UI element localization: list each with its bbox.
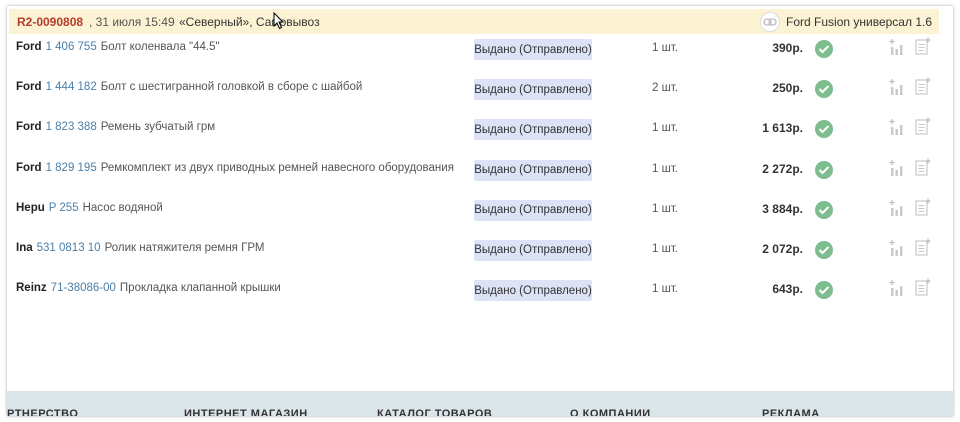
item-title: Hepu P 255 Насос водяной [16,202,163,214]
footer-link-ads[interactable]: РЕКЛАМА [762,408,820,416]
check-icon [815,160,833,179]
item-price: 250р. [772,81,803,96]
item-quantity: 1 шт. [651,242,678,255]
add-note-icon[interactable] [915,198,931,216]
item-title: Ford 1 829 195 Ремкомплект из двух приводн… [16,162,454,174]
item-price: 2 272р. [762,161,803,176]
item-brand: Ford [16,121,42,134]
status-badge: Выдано (Отправлено) [474,239,592,261]
mouse-cursor-icon [273,12,285,30]
order-item-row: Ford 1 444 182 Болт с шестигранной головко… [7,69,953,109]
status-badge: Выдано (Отправлено) [474,79,592,101]
item-title: Reinz 71-38086-00 Прокладка клапанной крыш… [16,282,281,294]
item-price: 3 884р. [762,201,803,216]
price-chart-icon[interactable] [889,38,905,56]
item-price: 643р. [772,282,803,297]
order-item-row: Ina 531 0813 10 Ролик натяжителя ремня ГРМ… [7,230,953,270]
price-chart-icon[interactable] [889,279,905,297]
order-date: , 31 июля 15:49 [89,14,175,29]
item-quantity: 1 шт. [651,42,678,54]
add-note-icon[interactable] [915,278,931,296]
add-note-icon[interactable] [915,117,931,135]
check-icon [815,281,833,300]
item-description: Насос водяной [82,201,163,214]
item-part-number[interactable]: 1 829 195 [46,162,97,174]
status-badge: Выдано (Отправлено) [474,199,592,221]
add-note-icon[interactable] [915,77,931,95]
item-brand: Ford [16,81,42,94]
item-description: Прокладка клапанной крышки [119,282,281,295]
check-icon [815,40,833,58]
add-note-icon[interactable] [915,238,931,256]
price-chart-icon[interactable] [889,199,905,217]
price-chart-icon[interactable] [889,78,905,96]
item-description: Болт с шестигранной головкой в сборе с ш… [100,81,363,94]
price-chart-icon[interactable] [889,239,905,257]
footer-link-shop[interactable]: ИНТЕРНЕТ МАГАЗИН [184,408,308,416]
order-item-row: Ford 1 823 388 Ремень зубчатый грм Выдано … [7,109,953,149]
item-quantity: 1 шт. [651,122,678,135]
order-item-row: Ford 1 406 755 Болт коленвала "44.5" Выдан… [7,29,953,69]
item-brand: Ford [16,161,42,174]
footer-nav: РТНЕРСТВО ИНТЕРНЕТ МАГАЗИН КАТАЛОГ ТОВАР… [7,391,953,416]
item-price: 390р. [772,41,803,55]
order-item-row: Ford 1 829 195 Ремкомплект из двух приводн… [7,150,953,190]
item-part-number[interactable]: 1 444 182 [46,81,97,93]
order-item-row: Hepu P 255 Насос водяной Выдано (Отправлен… [7,190,953,230]
item-description: Ремкомплект из двух приводных ремней нав… [100,161,454,174]
item-title: Ford 1 406 755 Болт коленвала "44.5" [16,41,220,53]
item-quantity: 1 шт. [651,162,678,175]
item-brand: Reinz [16,282,47,295]
status-badge: Выдано (Отправлено) [474,119,592,141]
order-id[interactable]: R2-0090808 [17,15,83,29]
order-items-list: Ford 1 406 755 Болт коленвала "44.5" Выдан… [7,29,953,310]
item-description: Болт коленвала "44.5" [100,41,220,53]
item-brand: Ford [16,41,42,53]
item-brand: Hepu [16,201,45,214]
status-badge: Выдано (Отправлено) [474,280,592,302]
item-part-number[interactable]: 531 0813 10 [37,242,101,254]
item-part-number[interactable]: P 255 [49,202,79,214]
check-icon [815,80,833,99]
order-card: R2-0090808 , 31 июля 15:49 «Северный», С… [7,6,953,416]
order-delivery: «Северный», Самовывоз [179,14,320,29]
item-title: Ina 531 0813 10 Ролик натяжителя ремня ГРМ [16,242,264,254]
footer-link-catalog[interactable]: КАТАЛОГ ТОВАРОВ [377,408,492,416]
item-title: Ford 1 444 182 Болт с шестигранной головко… [16,81,362,93]
status-badge: Выдано (Отправлено) [474,159,592,181]
car-model: Ford Fusion универсал 1.6 [786,14,932,29]
add-note-icon[interactable] [915,158,931,176]
check-icon [815,240,833,259]
add-note-icon[interactable] [915,37,931,55]
item-description: Ремень зубчатый грм [100,121,216,134]
item-quantity: 1 шт. [651,283,678,296]
check-icon [815,200,833,219]
item-price: 1 613р. [762,121,803,136]
status-badge: Выдано (Отправлено) [474,39,592,60]
item-description: Ролик натяжителя ремня ГРМ [104,241,265,254]
item-brand: Ina [16,241,33,254]
item-quantity: 2 шт. [651,82,678,95]
footer-link-partnership[interactable]: РТНЕРСТВО [7,408,78,416]
item-part-number[interactable]: 1 823 388 [46,121,97,133]
order-item-row: Reinz 71-38086-00 Прокладка клапанной крыш… [7,270,953,310]
item-quantity: 1 шт. [651,202,678,215]
item-part-number[interactable]: 71-38086-00 [51,282,116,294]
check-icon [815,120,833,139]
item-part-number[interactable]: 1 406 755 [46,41,97,53]
price-chart-icon[interactable] [889,118,905,136]
item-price: 2 072р. [762,241,803,256]
footer-link-about[interactable]: О КОМПАНИИ [570,408,651,416]
price-chart-icon[interactable] [889,159,905,177]
item-title: Ford 1 823 388 Ремень зубчатый грм [16,121,215,133]
